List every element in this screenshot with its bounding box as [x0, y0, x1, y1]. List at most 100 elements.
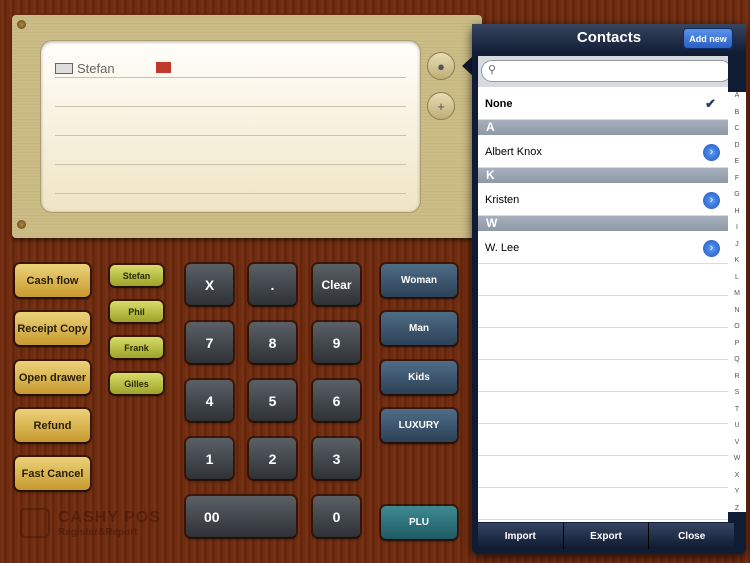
section-header: K [478, 168, 728, 183]
index-letter[interactable]: K [735, 257, 740, 264]
index-letter[interactable]: H [734, 208, 739, 215]
section-header: A [478, 120, 728, 135]
key-0[interactable]: 0 [313, 496, 360, 537]
index-letter[interactable]: V [735, 439, 740, 446]
index-letter[interactable]: P [735, 340, 740, 347]
staff-frank-button[interactable]: Frank [110, 337, 163, 358]
key-decimal[interactable]: . [249, 264, 296, 305]
new-document-button[interactable]: + [427, 92, 455, 120]
empty-row [478, 392, 728, 424]
index-letter[interactable]: B [735, 109, 740, 116]
index-letter[interactable]: T [735, 406, 739, 413]
screw-icon [17, 20, 26, 29]
index-letter[interactable]: F [735, 175, 739, 182]
key-multiply[interactable]: X [186, 264, 233, 305]
customer-name[interactable]: Stefan [77, 61, 115, 76]
category-kids-button[interactable]: Kids [381, 361, 457, 394]
logo-name: CASHY POS [58, 508, 161, 526]
logo-icon [20, 508, 50, 538]
disclosure-icon[interactable]: › [703, 240, 720, 257]
logo-tagline: Register&Report [58, 526, 138, 538]
checkmark-icon: ✔ [705, 96, 716, 111]
receipt-paper: Stefan [40, 40, 421, 213]
empty-row [478, 424, 728, 456]
close-button[interactable]: Close [649, 523, 734, 549]
empty-row [478, 328, 728, 360]
empty-row [478, 456, 728, 488]
contact-name: W. Lee [485, 242, 520, 254]
index-letter[interactable]: U [734, 422, 739, 429]
index-letter[interactable]: I [736, 224, 738, 231]
index-letter[interactable]: X [735, 472, 740, 479]
person-icon: ● [437, 58, 445, 74]
section-index[interactable]: A B C D E F G H I J K L M N O P Q R S T U V W X Y Z [728, 92, 746, 512]
cash-flow-button[interactable]: Cash flow [15, 264, 90, 297]
contacts-list: ⚲ None ✔ A Albert Knox › K Kristen › W W. L… [478, 56, 728, 522]
index-letter[interactable]: C [734, 125, 739, 132]
index-letter[interactable]: D [734, 142, 739, 149]
category-woman-button[interactable]: Woman [381, 264, 457, 297]
key-7[interactable]: 7 [186, 322, 233, 363]
export-button[interactable]: Export [564, 523, 650, 549]
key-00[interactable]: 00 [186, 496, 296, 537]
import-button[interactable]: Import [478, 523, 564, 549]
plu-button[interactable]: PLU [381, 506, 457, 539]
screw-icon [17, 220, 26, 229]
contacts-popover: Contacts Add new ⚲ None ✔ A Albert Knox › … [472, 24, 746, 554]
search-input[interactable] [481, 60, 728, 82]
none-label: None [485, 98, 513, 110]
index-letter[interactable]: W [734, 455, 741, 462]
contact-row[interactable]: W. Lee › [478, 232, 728, 264]
staff-phil-button[interactable]: Phil [110, 301, 163, 322]
category-luxury-button[interactable]: LUXURY [381, 409, 457, 442]
index-letter[interactable]: G [734, 191, 739, 198]
disclosure-icon[interactable]: › [703, 192, 720, 209]
index-letter[interactable]: O [734, 323, 739, 330]
index-letter[interactable]: M [734, 290, 740, 297]
contact-name: Kristen [485, 194, 520, 206]
key-4[interactable]: 4 [186, 380, 233, 421]
key-8[interactable]: 8 [249, 322, 296, 363]
disclosure-icon[interactable]: › [703, 144, 720, 161]
index-letter[interactable]: N [734, 307, 739, 314]
index-letter[interactable]: Z [735, 505, 739, 512]
key-9[interactable]: 9 [313, 322, 360, 363]
contact-row[interactable]: Albert Knox › [478, 136, 728, 168]
staff-stefan-button[interactable]: Stefan [110, 265, 163, 286]
contact-none[interactable]: None ✔ [478, 88, 728, 120]
contact-row[interactable]: Kristen › [478, 184, 728, 216]
section-header: W [478, 216, 728, 231]
key-6[interactable]: 6 [313, 380, 360, 421]
add-document-icon: + [437, 98, 445, 114]
index-letter[interactable]: Q [734, 356, 739, 363]
search-icon: ⚲ [488, 64, 497, 76]
key-1[interactable]: 1 [186, 438, 233, 479]
staff-gilles-button[interactable]: Gilles [110, 373, 163, 394]
fast-cancel-button[interactable]: Fast Cancel [15, 457, 90, 490]
add-new-button[interactable]: Add new [683, 28, 733, 49]
open-drawer-button[interactable]: Open drawer [15, 361, 90, 394]
key-clear[interactable]: Clear [313, 264, 360, 305]
contact-card-icon [55, 63, 73, 74]
index-letter[interactable]: J [735, 241, 739, 248]
empty-row [478, 360, 728, 392]
index-letter[interactable]: L [735, 274, 739, 281]
logo: CASHY POS Register&Report [20, 508, 161, 538]
contacts-button[interactable]: ● [427, 52, 455, 80]
key-3[interactable]: 3 [313, 438, 360, 479]
empty-row [478, 296, 728, 328]
index-letter[interactable]: R [734, 373, 739, 380]
shopping-bag-icon [156, 62, 171, 73]
contacts-toolbar: Import Export Close [478, 523, 734, 549]
contact-name: Albert Knox [485, 146, 542, 158]
receipt-copy-button[interactable]: Receipt Copy [15, 312, 90, 345]
index-letter[interactable]: E [735, 158, 740, 165]
empty-row [478, 488, 728, 520]
index-letter[interactable]: S [735, 389, 740, 396]
index-letter[interactable]: Y [735, 488, 740, 495]
key-5[interactable]: 5 [249, 380, 296, 421]
refund-button[interactable]: Refund [15, 409, 90, 442]
index-letter[interactable]: A [735, 92, 740, 99]
key-2[interactable]: 2 [249, 438, 296, 479]
category-man-button[interactable]: Man [381, 312, 457, 345]
